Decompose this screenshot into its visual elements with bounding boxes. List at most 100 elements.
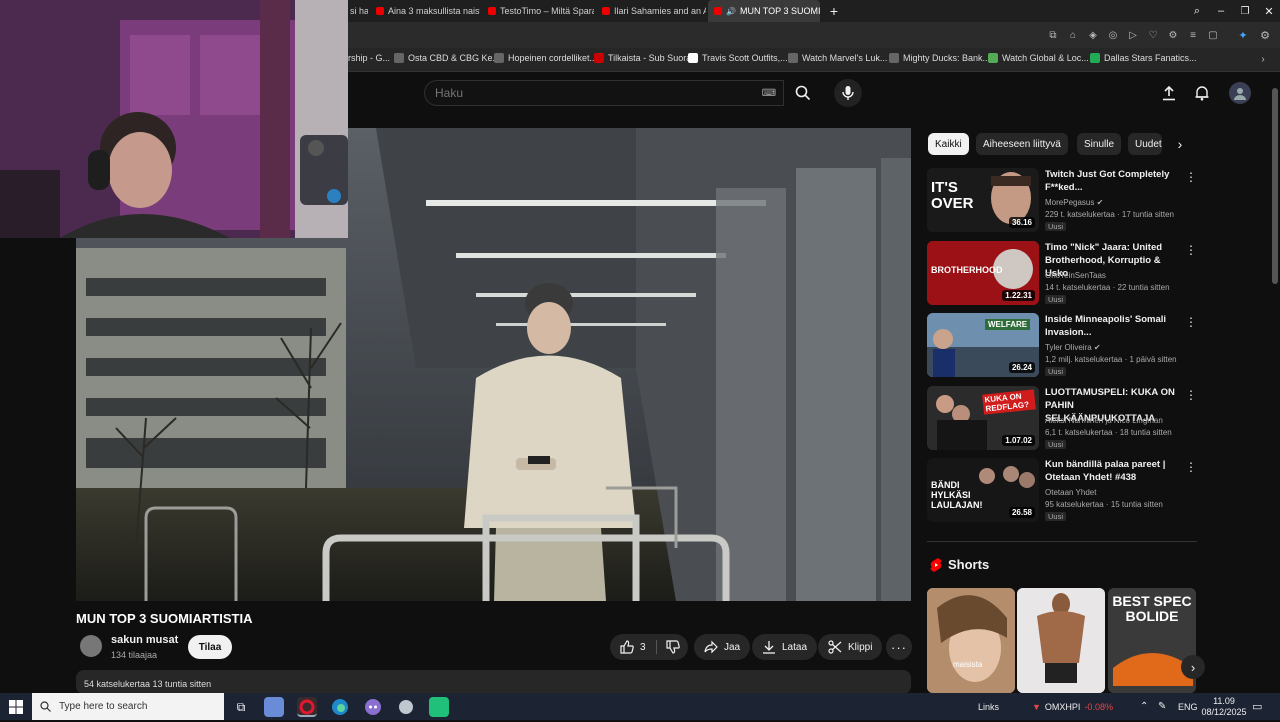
tab-active[interactable]: 🔊MUN TOP 3 SUOMIAR xyxy=(708,0,820,22)
description-box[interactable]: 54 katselukertaa 13 tuntia sitten xyxy=(76,670,911,694)
like-button[interactable]: 3 xyxy=(610,634,656,660)
notification-icon[interactable]: ▭ xyxy=(1252,693,1262,720)
keyboard-icon[interactable]: ⌨ xyxy=(761,86,777,100)
more-vertical-icon[interactable]: ⋮ xyxy=(1185,388,1197,402)
recommended-channel[interactable]: Otetaan Yhdet xyxy=(1045,487,1096,498)
close-window-button[interactable]: ✕ xyxy=(1262,2,1276,20)
tab-2[interactable]: Aina 3 maksullista naista xyxy=(370,0,480,22)
short-thumbnail[interactable] xyxy=(1017,588,1105,693)
chip-related[interactable]: Aiheeseen liittyvä xyxy=(976,133,1068,155)
page-scrollbar[interactable] xyxy=(1272,88,1278,284)
video-thumbnail[interactable]: KUKA ON REDFLAG? 1.07.02 xyxy=(927,386,1039,450)
recommended-video[interactable]: BÄNDI HYLKÄSI LAULAJAN! 26.58 Kun bändil… xyxy=(927,458,1197,522)
tab-3[interactable]: TestoTimo – Miltä Sparass xyxy=(482,0,594,22)
pen-icon[interactable]: ✎ xyxy=(1158,693,1166,720)
bookmark-item[interactable]: Osta CBD & CBG Ke... xyxy=(394,53,500,63)
bookmark-item[interactable]: Travis Scott Outfits,... xyxy=(688,53,788,63)
share-button[interactable]: Jaa xyxy=(694,634,751,660)
chip-all[interactable]: Kaikki xyxy=(928,133,969,155)
shield-icon[interactable]: ◈ xyxy=(1086,28,1100,42)
share-page-icon[interactable]: ⧉ xyxy=(1046,28,1060,42)
search-icon xyxy=(40,701,51,712)
recommended-channel[interactable]: OhoTeinSenTaas xyxy=(1045,270,1106,281)
bookmark-item[interactable]: Watch Global & Loc... xyxy=(988,53,1089,63)
video-thumbnail[interactable]: BROTHERHOOD 1.22.31 xyxy=(927,241,1039,305)
clock[interactable]: 11.09 08/12/2025 xyxy=(1200,693,1248,720)
app-icon[interactable] xyxy=(396,697,416,717)
video-thumbnail[interactable]: IT'S OVER 36.16 xyxy=(927,168,1039,232)
recommended-video[interactable]: WELFARE 26.24 Inside Minneapolis' Somali… xyxy=(927,313,1197,377)
screenshot-icon[interactable]: ⌂ xyxy=(1066,28,1080,42)
new-tab-button[interactable]: + xyxy=(826,2,842,20)
download-button[interactable]: Lataa xyxy=(752,634,818,660)
links-toolbar[interactable]: Links xyxy=(978,693,999,720)
extensions-icon[interactable]: ⚙ xyxy=(1166,28,1180,42)
recommended-video[interactable]: IT'S OVER 36.16 Twitch Just Got Complete… xyxy=(927,168,1197,232)
stock-widget[interactable]: ▼ OMXHPI -0.08% xyxy=(1032,693,1113,720)
bookmark-item[interactable]: Hopeinen cordelliket... xyxy=(494,53,597,63)
restore-button[interactable]: ❐ xyxy=(1238,2,1252,20)
bookmark-item[interactable]: Watch Marvel's Luk... xyxy=(788,53,887,63)
chevron-right-icon[interactable]: › xyxy=(1170,134,1190,154)
chevron-up-icon[interactable]: ⌃ xyxy=(1140,693,1148,720)
video-thumbnail[interactable]: WELFARE 26.24 xyxy=(927,313,1039,377)
edge-icon[interactable] xyxy=(330,697,350,717)
clip-button[interactable]: Klippi xyxy=(818,634,883,660)
short-thumbnail[interactable]: maisista xyxy=(927,588,1015,693)
copilot-icon[interactable]: ✦ xyxy=(1234,26,1252,44)
app-icon[interactable] xyxy=(429,697,449,717)
channel-avatar[interactable] xyxy=(80,635,102,657)
recommended-video[interactable]: BROTHERHOOD 1.22.31 Timo "Nick" Jaara: U… xyxy=(927,241,1197,305)
wallet-icon[interactable]: ▢ xyxy=(1206,28,1220,42)
more-vertical-icon[interactable]: ⋮ xyxy=(1185,170,1197,184)
settings-icon[interactable]: ⚙ xyxy=(1256,26,1274,44)
search-box[interactable]: ⌨ xyxy=(424,80,784,106)
opera-icon[interactable] xyxy=(297,697,317,717)
dislike-button[interactable] xyxy=(658,634,688,660)
recommended-title[interactable]: Inside Minneapolis' Somali Invasion... xyxy=(1045,313,1181,339)
upload-button[interactable] xyxy=(1160,84,1178,102)
subscribe-button[interactable]: Tilaa xyxy=(188,635,232,659)
search-button[interactable] xyxy=(786,80,820,106)
voice-search-button[interactable] xyxy=(834,79,862,107)
play-icon[interactable]: ▷ xyxy=(1126,28,1140,42)
discord-icon[interactable] xyxy=(363,697,383,717)
favorite-icon[interactable]: ♡ xyxy=(1146,28,1160,42)
bookmark-item[interactable]: Tilkaista - Sub Suora xyxy=(594,53,691,63)
recommended-title[interactable]: Kun bändillä palaa pareet | Otetaan Yhde… xyxy=(1045,458,1181,484)
bookmark-item[interactable]: rship - G... xyxy=(348,53,390,63)
more-actions-button[interactable]: ··· xyxy=(886,634,912,660)
minimize-button[interactable]: – xyxy=(1214,2,1228,20)
language-indicator[interactable]: ENG xyxy=(1178,693,1198,720)
new-badge: Uusi xyxy=(1045,512,1067,521)
shorts-next-button[interactable]: › xyxy=(1181,655,1205,679)
recommended-video[interactable]: KUKA ON REDFLAG? 1.07.02 LUOTTAMUSPELI: … xyxy=(927,386,1197,450)
search-input[interactable] xyxy=(435,86,735,100)
short-thumbnail[interactable]: BEST SPEC BOLIDE xyxy=(1108,588,1196,693)
tracker-icon[interactable]: ◎ xyxy=(1106,28,1120,42)
recommended-title[interactable]: Twitch Just Got Completely F**ked... xyxy=(1045,168,1181,194)
taskbar-search[interactable]: Type here to search xyxy=(32,693,224,720)
start-button[interactable] xyxy=(6,697,26,717)
chip-for-you[interactable]: Sinulle xyxy=(1077,133,1122,155)
search-tabs-icon[interactable]: ⌕ xyxy=(1190,2,1204,20)
tab-4[interactable]: Ilari Sahamies and an Amx xyxy=(596,0,706,22)
task-view-icon[interactable]: ⧉ xyxy=(232,697,250,717)
menu-icon[interactable]: ≡ xyxy=(1186,28,1200,42)
more-vertical-icon[interactable]: ⋮ xyxy=(1185,243,1197,257)
recommended-channel[interactable]: MorePegasus ✔ xyxy=(1045,197,1103,208)
account-avatar[interactable] xyxy=(1229,82,1251,104)
copilot-taskbar-icon[interactable] xyxy=(264,697,284,717)
recommended-channel[interactable]: Aleksi Nurminen ja Nico Lingman xyxy=(1045,415,1163,426)
globe-icon xyxy=(394,53,404,63)
bookmark-item[interactable]: Dallas Stars Fanatics... xyxy=(1090,53,1197,63)
more-vertical-icon[interactable]: ⋮ xyxy=(1185,460,1197,474)
bookmark-item[interactable]: Mighty Ducks: Bank... xyxy=(889,53,990,63)
chip-new[interactable]: Uudet xyxy=(1128,133,1162,155)
more-vertical-icon[interactable]: ⋮ xyxy=(1185,315,1197,329)
notifications-button[interactable] xyxy=(1193,84,1211,102)
chevron-right-icon[interactable]: › xyxy=(1256,52,1270,66)
recommended-channel[interactable]: Tyler Oliveira ✔ xyxy=(1045,342,1101,353)
video-thumbnail[interactable]: BÄNDI HYLKÄSI LAULAJAN! 26.58 xyxy=(927,458,1039,522)
channel-name[interactable]: sakun musat xyxy=(111,634,178,646)
